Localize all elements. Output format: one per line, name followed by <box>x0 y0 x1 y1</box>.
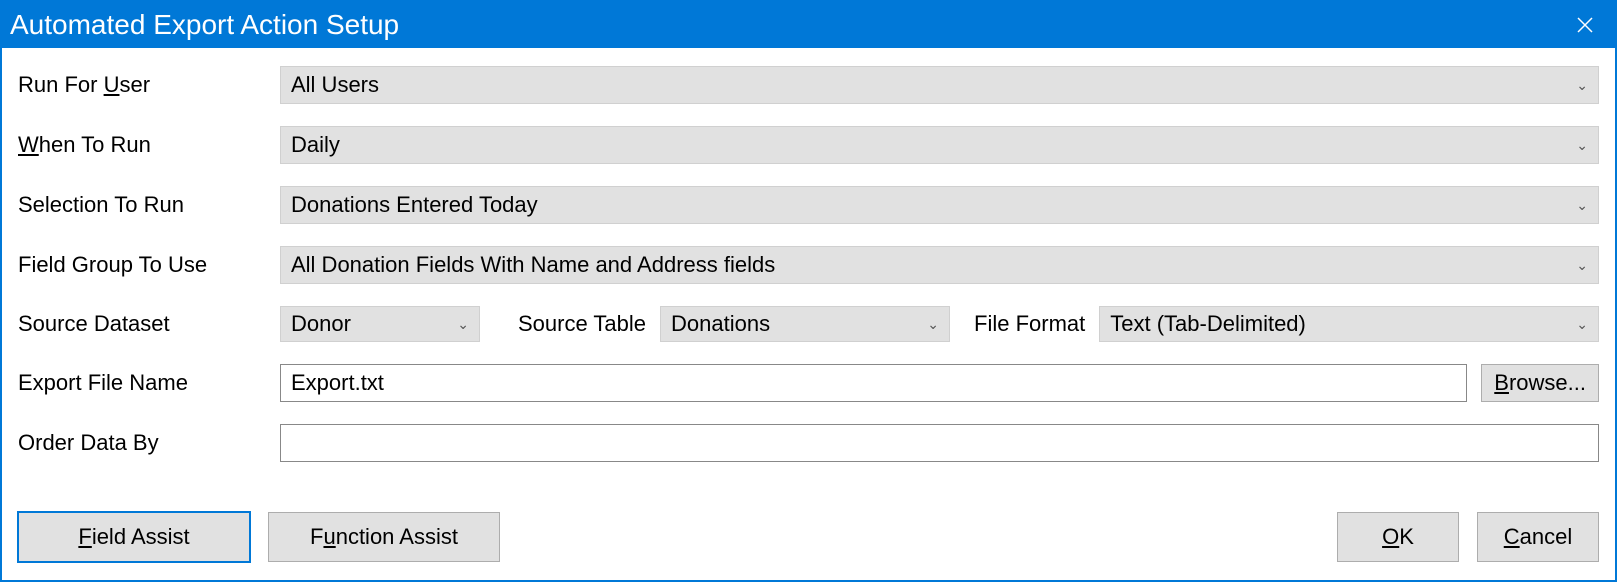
select-value: All Donation Fields With Name and Addres… <box>291 252 775 278</box>
row-field-group: Field Group To Use All Donation Fields W… <box>18 246 1599 284</box>
dialog-footer: Field Assist Function Assist OK Cancel <box>2 494 1615 580</box>
row-selection-to-run: Selection To Run Donations Entered Today… <box>18 186 1599 224</box>
cancel-button[interactable]: Cancel <box>1477 512 1599 562</box>
field-assist-button[interactable]: Field Assist <box>18 512 250 562</box>
selection-to-run-select[interactable]: Donations Entered Today ⌄ <box>280 186 1599 224</box>
btn-text: ancel <box>1520 524 1573 549</box>
select-value: Donations Entered Today <box>291 192 538 218</box>
label-field-group: Field Group To Use <box>18 252 280 278</box>
function-assist-button[interactable]: Function Assist <box>268 512 500 562</box>
label-source-dataset: Source Dataset <box>18 311 280 337</box>
label-text: hen To Run <box>39 132 151 157</box>
row-export-filename: Export File Name Export.txt Browse... <box>18 364 1599 402</box>
label-accel: U <box>104 72 120 97</box>
source-inline-group: Donor ⌄ Source Table Donations ⌄ File Fo… <box>280 306 1599 342</box>
label-accel: W <box>18 132 39 157</box>
btn-text: ield Assist <box>92 524 190 549</box>
export-filename-input[interactable]: Export.txt <box>280 364 1467 402</box>
btn-accel: u <box>323 524 335 549</box>
input-value: Export.txt <box>291 370 384 396</box>
close-icon <box>1576 16 1594 34</box>
chevron-down-icon: ⌄ <box>927 316 939 333</box>
close-button[interactable] <box>1555 2 1615 48</box>
select-value: Donor <box>291 311 351 337</box>
btn-accel: F <box>78 524 91 549</box>
btn-text: F <box>310 524 323 549</box>
field-group-select[interactable]: All Donation Fields With Name and Addres… <box>280 246 1599 284</box>
btn-text: nction Assist <box>336 524 458 549</box>
file-format-select[interactable]: Text (Tab-Delimited) ⌄ <box>1099 306 1599 342</box>
browse-button[interactable]: Browse... <box>1481 364 1599 402</box>
dialog-content: Run For User All Users ⌄ When To Run Dai… <box>2 48 1615 494</box>
label-when-to-run: When To Run <box>18 132 280 158</box>
row-order-by: Order Data By <box>18 424 1599 462</box>
titlebar: Automated Export Action Setup <box>2 2 1615 48</box>
btn-accel: B <box>1494 370 1509 395</box>
btn-text: K <box>1399 524 1414 549</box>
label-selection-to-run: Selection To Run <box>18 192 280 218</box>
row-when-to-run: When To Run Daily ⌄ <box>18 126 1599 164</box>
run-for-user-select[interactable]: All Users ⌄ <box>280 66 1599 104</box>
select-value: Text (Tab-Delimited) <box>1110 311 1306 337</box>
label-order-by: Order Data By <box>18 430 280 456</box>
label-run-for-user: Run For User <box>18 72 280 98</box>
chevron-down-icon: ⌄ <box>1576 316 1588 333</box>
btn-accel: O <box>1382 524 1399 549</box>
ok-button[interactable]: OK <box>1337 512 1459 562</box>
chevron-down-icon: ⌄ <box>1576 77 1588 94</box>
select-value: All Users <box>291 72 379 98</box>
label-file-format: File Format <box>974 311 1085 337</box>
dialog-window: Automated Export Action Setup Run For Us… <box>0 0 1617 582</box>
chevron-down-icon: ⌄ <box>1576 137 1588 154</box>
select-value: Donations <box>671 311 770 337</box>
select-value: Daily <box>291 132 340 158</box>
chevron-down-icon: ⌄ <box>1576 197 1588 214</box>
window-title: Automated Export Action Setup <box>10 9 399 41</box>
chevron-down-icon: ⌄ <box>1576 257 1588 274</box>
label-text: ser <box>119 72 150 97</box>
source-dataset-select[interactable]: Donor ⌄ <box>280 306 480 342</box>
btn-text: rowse... <box>1509 370 1586 395</box>
order-by-input[interactable] <box>280 424 1599 462</box>
label-export-filename: Export File Name <box>18 370 280 396</box>
label-source-table: Source Table <box>518 311 646 337</box>
row-run-for-user: Run For User All Users ⌄ <box>18 66 1599 104</box>
btn-accel: C <box>1504 524 1520 549</box>
source-table-select[interactable]: Donations ⌄ <box>660 306 950 342</box>
chevron-down-icon: ⌄ <box>457 316 469 333</box>
when-to-run-select[interactable]: Daily ⌄ <box>280 126 1599 164</box>
row-source: Source Dataset Donor ⌄ Source Table Dona… <box>18 306 1599 342</box>
label-text: Run For <box>18 72 104 97</box>
